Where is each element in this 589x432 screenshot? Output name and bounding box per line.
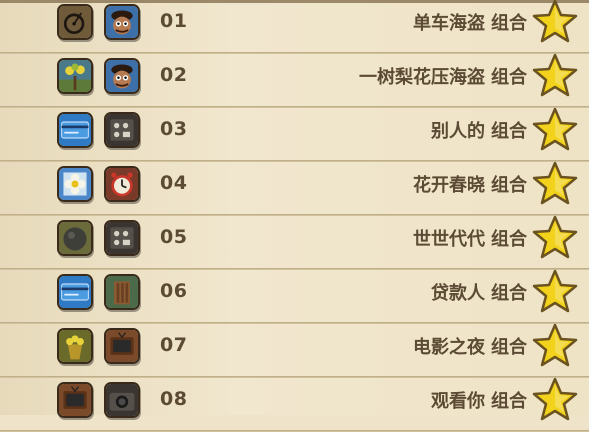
pirate-doll-icon: [104, 4, 140, 40]
combo-number: 02: [160, 64, 188, 86]
combo-number: 08: [160, 388, 188, 410]
star-icon: [532, 161, 578, 207]
combo-number: 03: [160, 118, 188, 140]
flower-icon: [57, 166, 93, 202]
combo-row[interactable]: 08 观看你 组合: [0, 377, 589, 432]
combo-title: 观看你 组合: [431, 387, 527, 413]
star-icon: [532, 53, 578, 99]
star-icon: [532, 269, 578, 315]
combo-title: 电影之夜 组合: [413, 333, 527, 359]
combo-row[interactable]: 04 花开春晓 组合: [0, 161, 589, 216]
combo-name: 别人的: [431, 121, 485, 142]
combo-name: 花开春晓: [413, 175, 485, 196]
combo-number: 04: [160, 172, 188, 194]
combo-suffix: 组合: [491, 283, 527, 304]
combo-suffix: 组合: [491, 391, 527, 412]
combo-name: 观看你: [431, 391, 485, 412]
combo-suffix: 组合: [491, 175, 527, 196]
credit-card-icon: [57, 274, 93, 310]
control-panel-icon: [104, 112, 140, 148]
combo-title: 世世代代 组合: [413, 225, 527, 251]
combo-number: 01: [160, 10, 188, 32]
credit-card-icon: [57, 112, 93, 148]
combo-title: 花开春晓 组合: [413, 171, 527, 197]
combo-row[interactable]: 02 一树梨花压海盗 组合: [0, 53, 589, 108]
retro-tv-icon: [57, 382, 93, 418]
alarm-clock-icon: [104, 166, 140, 202]
combo-name: 贷款人: [431, 283, 485, 304]
combo-title: 单车海盗 组合: [413, 9, 527, 35]
combo-suffix: 组合: [491, 67, 527, 88]
retro-tv-icon: [104, 328, 140, 364]
combo-name: 一树梨花压海盗: [359, 67, 485, 88]
combo-name: 单车海盗: [413, 13, 485, 34]
combo-suffix: 组合: [491, 337, 527, 358]
star-icon: [532, 107, 578, 153]
stone-ball-icon: [57, 220, 93, 256]
combo-title: 别人的 组合: [431, 117, 527, 143]
bicycle-wheel-icon: [57, 4, 93, 40]
combo-name: 世世代代: [413, 229, 485, 250]
combo-number: 07: [160, 334, 188, 356]
star-icon: [532, 323, 578, 369]
popcorn-icon: [57, 328, 93, 364]
combo-name: 电影之夜: [413, 337, 485, 358]
combo-number: 06: [160, 280, 188, 302]
pirate-doll-icon: [104, 58, 140, 94]
combo-suffix: 组合: [491, 121, 527, 142]
combo-row[interactable]: 07 电影之夜 组合: [0, 323, 589, 378]
combo-row[interactable]: 05 世世代代 组合: [0, 215, 589, 270]
combo-number: 05: [160, 226, 188, 248]
combo-suffix: 组合: [491, 13, 527, 34]
combo-row[interactable]: 06 贷款人 组合: [0, 269, 589, 324]
combo-row[interactable]: 03 别人的 组合: [0, 107, 589, 162]
combo-title: 贷款人 组合: [431, 279, 527, 305]
camera-icon: [104, 382, 140, 418]
star-icon: [532, 0, 578, 45]
star-icon: [532, 215, 578, 261]
control-panel-icon: [104, 220, 140, 256]
combo-suffix: 组合: [491, 229, 527, 250]
pear-tree-icon: [57, 58, 93, 94]
wooden-chair-icon: [104, 274, 140, 310]
combo-title: 一树梨花压海盗 组合: [359, 63, 527, 89]
star-icon: [532, 377, 578, 423]
combo-row[interactable]: 01 单车海盗 组合: [0, 0, 589, 54]
